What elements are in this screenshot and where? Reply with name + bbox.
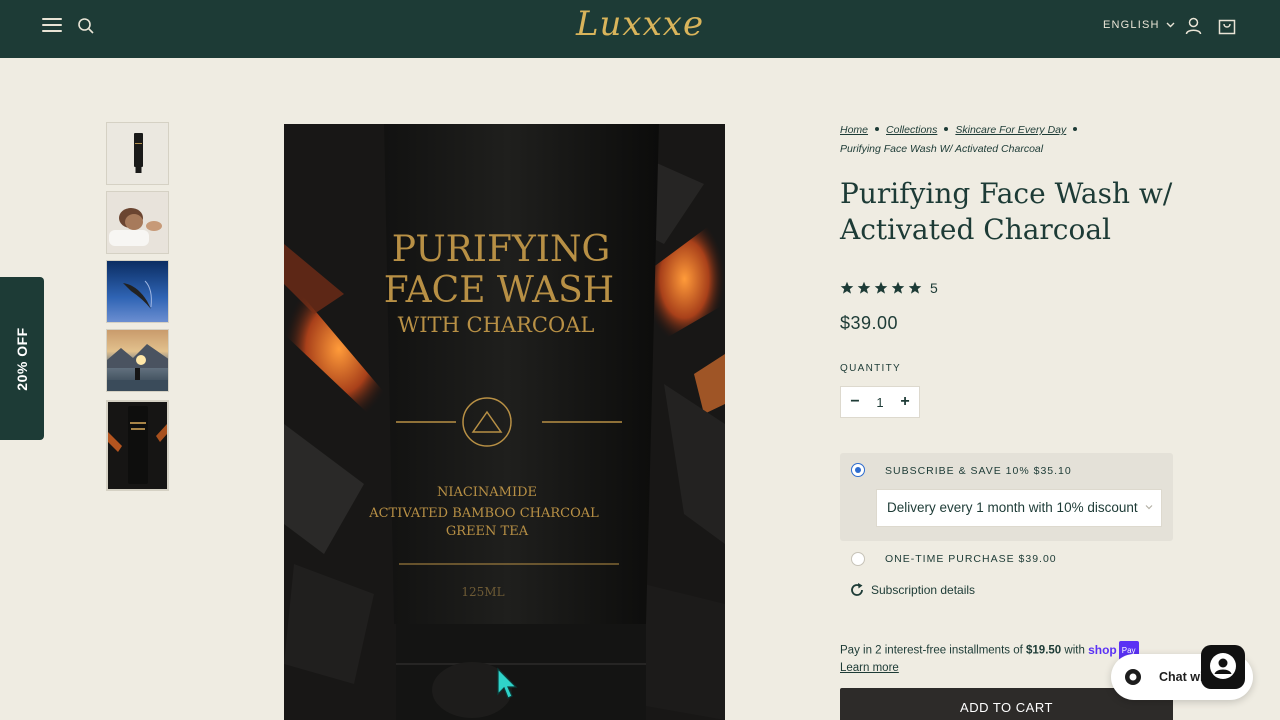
image-title-line2: FACE WASH [384, 270, 614, 311]
lake-image [107, 344, 168, 391]
image-ingredient-2: ACTIVATED BAMBOO CHARCOAL [368, 506, 599, 521]
language-selector[interactable]: ENGLISH [1103, 19, 1175, 31]
thumbnail-charcoal-scene[interactable] [106, 400, 169, 491]
shop-pay-suffix: with [1064, 644, 1085, 657]
quantity-stepper: − + [840, 386, 920, 418]
rating-count: 5 [930, 280, 938, 296]
thumbnail-facial-model[interactable] [106, 191, 169, 254]
star-icon [908, 281, 922, 294]
thumbnail-lake-sunset[interactable] [106, 329, 169, 392]
splash-image [123, 280, 152, 309]
quantity-input[interactable] [865, 394, 895, 410]
quantity-decrease-button[interactable]: − [847, 393, 863, 411]
image-volume: 125ML [461, 585, 504, 599]
star-icon [874, 281, 888, 294]
discount-tab[interactable]: 20% OFF [0, 277, 44, 440]
subscription-details-link[interactable]: Subscription details [849, 582, 975, 598]
star-icon [840, 281, 854, 294]
model-image [107, 192, 168, 253]
brand-logo[interactable]: Luxxxe [540, 4, 740, 48]
star-icon [857, 281, 871, 294]
refresh-icon [851, 583, 863, 596]
one-time-radio[interactable] [851, 552, 865, 566]
shop-pay-amount: $19.50 [1026, 644, 1062, 657]
breadcrumb-separator [1073, 127, 1078, 132]
mouse-cursor-icon [497, 667, 518, 699]
quantity-label: QUANTITY [840, 363, 901, 374]
delivery-frequency-select[interactable]: Delivery every 1 month with 10% discount [876, 489, 1162, 527]
charcoal-scene-image [108, 402, 167, 489]
learn-more-link[interactable]: Learn more [840, 662, 899, 674]
chevron-down-icon [1145, 505, 1153, 510]
subscribe-label[interactable]: SUBSCRIBE & SAVE 10% $35.10 [885, 465, 1072, 477]
breadcrumb: Home Collections Skincare For Every Day Pu… [840, 121, 1170, 159]
image-title-line1: PURIFYING [392, 229, 610, 270]
chat-agent-avatar[interactable] [1201, 645, 1245, 689]
breadcrumb-home[interactable]: Home [840, 124, 868, 136]
image-title-line3: WITH CHARCOAL [398, 313, 595, 337]
one-time-label[interactable]: ONE-TIME PURCHASE $39.00 [885, 553, 1057, 565]
language-label: ENGLISH [1103, 19, 1160, 31]
thumbnail-product-tube[interactable] [106, 122, 169, 185]
menu-icon[interactable] [42, 18, 62, 34]
star-icon [891, 281, 905, 294]
product-rating[interactable]: 5 [840, 280, 938, 296]
discount-tab-label: 20% OFF [14, 327, 30, 391]
chat-bubble-icon [1125, 669, 1141, 685]
search-icon[interactable] [77, 17, 95, 35]
product-hero-image: PURIFYING FACE WASH WITH CHARCOAL NIACIN… [284, 124, 725, 720]
breadcrumb-separator [944, 127, 949, 132]
site-header: Luxxxe ENGLISH [0, 0, 1280, 58]
tube-image [134, 133, 143, 173]
breadcrumb-separator [875, 127, 880, 132]
product-title: Purifying Face Wash w/ Activated Charcoa… [840, 177, 1173, 246]
agent-icon [1210, 653, 1236, 679]
breadcrumb-collections[interactable]: Collections [886, 124, 937, 136]
cart-icon[interactable] [1218, 16, 1236, 35]
main-product-image[interactable]: PURIFYING FACE WASH WITH CHARCOAL NIACIN… [284, 124, 725, 720]
image-ingredient-3: GREEN TEA [446, 524, 529, 539]
thumbnail-product-splash[interactable] [106, 260, 169, 323]
account-icon[interactable] [1185, 17, 1202, 35]
quantity-increase-button[interactable]: + [897, 393, 913, 411]
subscribe-radio[interactable] [851, 463, 865, 477]
chevron-down-icon [1166, 22, 1175, 28]
product-price: $39.00 [840, 313, 899, 333]
image-ingredient-1: NIACINAMIDE [437, 485, 537, 500]
breadcrumb-current: Purifying Face Wash W/ Activated Charcoa… [840, 143, 1044, 155]
breadcrumb-skincare[interactable]: Skincare For Every Day [955, 124, 1066, 136]
delivery-frequency-value: Delivery every 1 month with 10% discount [887, 500, 1138, 515]
shop-pay-logo: shop [1088, 642, 1117, 657]
subscription-details-label: Subscription details [871, 583, 976, 597]
shop-pay-prefix: Pay in 2 interest-free installments of [840, 644, 1023, 657]
